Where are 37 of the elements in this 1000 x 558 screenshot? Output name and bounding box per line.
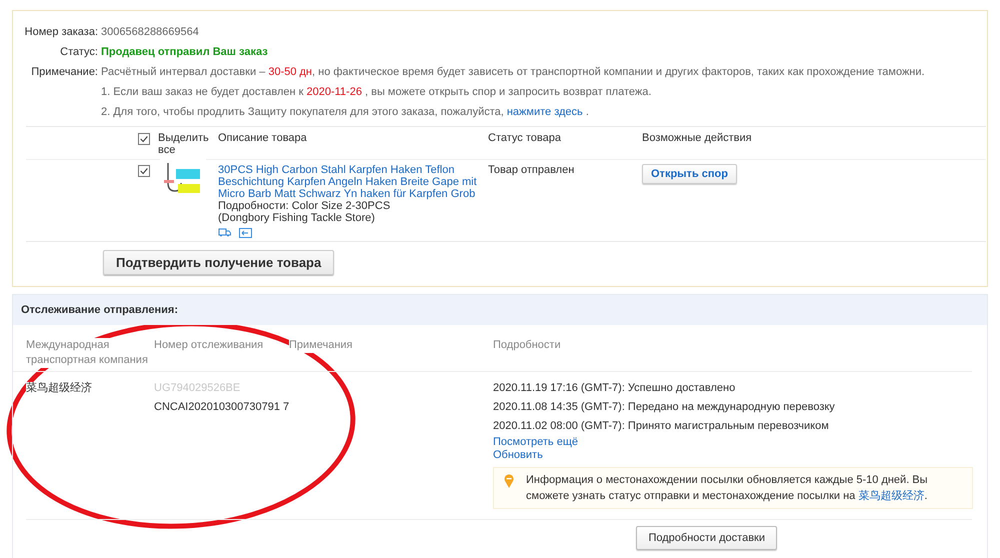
- info-text: Информация о местонахождении посылки обновляется каждые 5-10 дней. Вы сможете узнать статус отправки и местонахождение посылки на 菜鸟超级经济.: [526, 473, 929, 504]
- note-text: 2. Для того, чтобы продлить Защиту покупателя для этого заказа, пожалуйста, нажмите здесь .: [101, 105, 590, 120]
- column-header: Описание товара: [218, 132, 308, 144]
- checkbox[interactable]: [138, 133, 150, 145]
- truck-icon[interactable]: [218, 228, 231, 237]
- field-label: Примечание:: [30, 65, 98, 80]
- order-status: Продавец отправил Ваш заказ: [101, 45, 269, 60]
- product-details: Подробности: Color Size 2-30PCS: [218, 200, 392, 212]
- tracking-event: 2020.11.19 17:16 (GMT-7): Успешно доставлено: [493, 381, 736, 396]
- tracking-event: 2020.11.08 14:35 (GMT-7): Передано на международную перевозку: [493, 400, 836, 415]
- delivery-details-button[interactable]: Подробности доставки: [636, 526, 777, 550]
- tracking-event: 2020.11.02 08:00 (GMT-7): Принято магистральным перевозчиком: [493, 419, 830, 434]
- column-header: Подробности: [493, 338, 561, 353]
- select-all-label: Выделить все: [158, 132, 210, 156]
- carrier-link[interactable]: 菜鸟超级经济: [858, 490, 924, 502]
- column-header: Примечания: [289, 338, 353, 353]
- location-pin-icon: [504, 474, 514, 488]
- tracking-header: Отслеживание отправления:: [13, 295, 987, 325]
- carrier-name: 菜鸟超级经济: [26, 382, 92, 394]
- confirm-receipt-button[interactable]: Подтвердить получение товара: [103, 250, 334, 275]
- column-header: Статус товара: [488, 132, 562, 144]
- store-name: (Dongbory Fishing Tackle Store): [218, 212, 376, 224]
- order-number: 3006568288669564: [101, 25, 200, 40]
- product-title-link[interactable]: 30PCS High Carbon Stahl Karpfen Haken Teflon Beschichtung Karpfen Angeln Haken Breite Gape mit Micro Barb Matt Schwarz Yn haken für Karpfen Grob: [218, 164, 488, 200]
- field-label: Статус:: [59, 45, 98, 60]
- product-status: Товар отправлен: [488, 164, 576, 176]
- note-text: Расчётный интервал доставки – 30-50 дн, но фактическое время будет зависеть от транспортной компании и других факторов, таких как прохождение таможни.: [101, 65, 926, 80]
- field-label: Номер заказа:: [24, 25, 98, 40]
- open-dispute-button[interactable]: Открыть спор: [642, 164, 737, 184]
- refresh-link[interactable]: Обновить: [493, 449, 973, 462]
- column-header: Возможные действия: [642, 132, 753, 144]
- column-header: Номер отслеживания: [154, 338, 264, 353]
- note-text: 1. Если ваш заказ не будет доставлен к 2020-11-26 , вы можете открыть спор и запросить возврат платежа.: [101, 85, 652, 100]
- view-more-link[interactable]: Посмотреть ещё: [493, 436, 973, 449]
- click-here-link[interactable]: нажмите здесь: [506, 106, 583, 118]
- checkbox[interactable]: [138, 165, 150, 177]
- card-icon[interactable]: [239, 228, 252, 238]
